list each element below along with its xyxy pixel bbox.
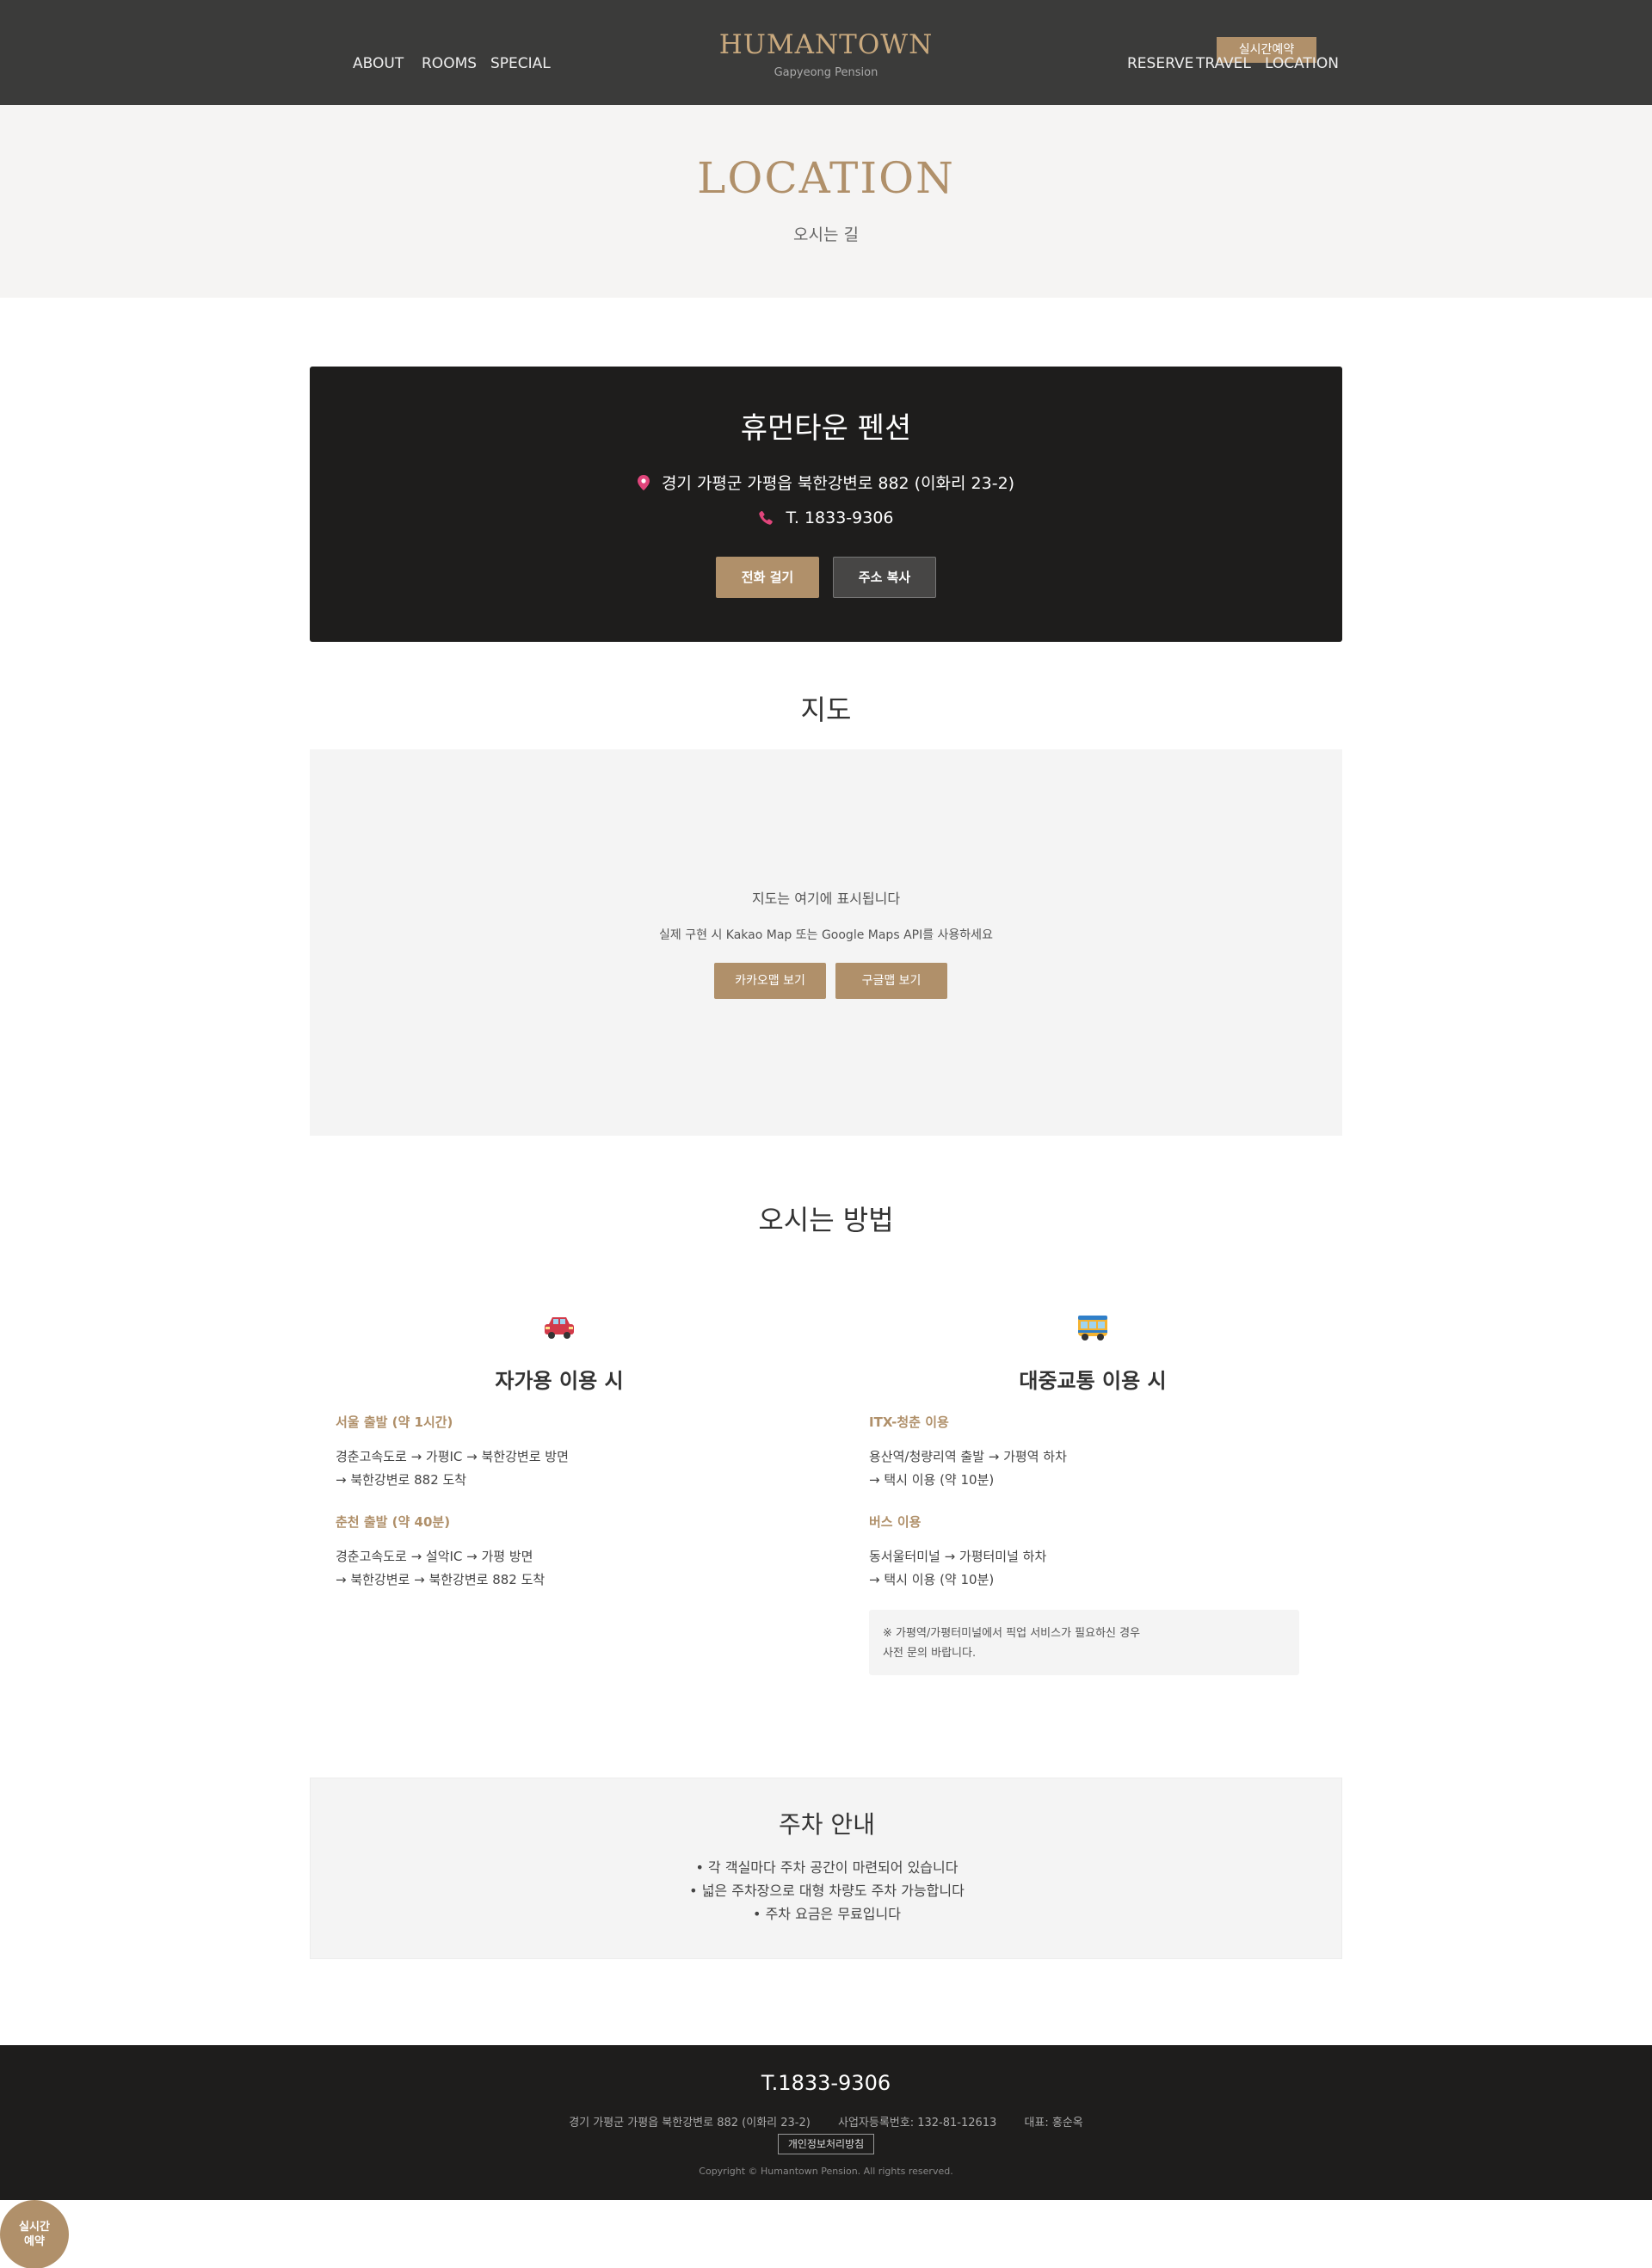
privacy-policy-link[interactable]: 개인정보처리방침 bbox=[778, 2134, 874, 2154]
route-line: → 북한강변로 882 도착 bbox=[336, 1472, 467, 1488]
address-text: 경기 가평군 가평읍 북한강변로 882 (이화리 23-2) bbox=[661, 474, 1015, 493]
footer-business-info: 경기 가평군 가평읍 북한강변로 882 (이화리 23-2) 사업자등록번호:… bbox=[0, 2113, 1652, 2129]
list-item: • 주차 요금은 무료입니다 bbox=[753, 1906, 901, 1922]
phone-line: T. 1833-9306 bbox=[310, 508, 1342, 527]
route-line: 용산역/청량리역 출발 → 가평역 하차 bbox=[869, 1449, 1067, 1464]
phone-icon bbox=[758, 508, 779, 527]
map-section-title: 지도 bbox=[800, 693, 852, 726]
notice-line: ※ 가평역/가평터미널에서 픽업 서비스가 필요하신 경우 bbox=[883, 1627, 1141, 1640]
map-pin-icon bbox=[637, 474, 655, 493]
car-directions-title: 자가용 이용 시 bbox=[495, 1369, 624, 1393]
route-line: → 택시 이용 (약 10분) bbox=[869, 1572, 995, 1587]
footer-phone: T.1833-9306 bbox=[761, 2071, 891, 2095]
floating-reserve-label: 예약 bbox=[24, 2235, 45, 2248]
site-logo-subtitle: Gapyeong Pension bbox=[774, 66, 878, 79]
site-header: ABOUT ROOMS SPECIAL HUMANTOWN Gapyeong P… bbox=[0, 0, 1652, 105]
copy-address-button[interactable]: 주소 복사 bbox=[833, 557, 936, 598]
nav-item-location[interactable]: LOCATION bbox=[1265, 55, 1339, 72]
list-item: • 각 객실마다 주차 공간이 마련되어 있습니다 bbox=[695, 1859, 959, 1876]
site-logo[interactable]: HUMANTOWN bbox=[0, 29, 1652, 60]
address-line: 경기 가평군 가평읍 북한강변로 882 (이화리 23-2) bbox=[310, 471, 1342, 494]
transit-directions-title: 대중교통 이용 시 bbox=[1019, 1369, 1167, 1393]
footer-ceo: 대표: 홍순옥 bbox=[1024, 2117, 1083, 2129]
nav-item-reserve[interactable]: RESERVE bbox=[1127, 55, 1193, 72]
route-line: 경춘고속도로 → 가평IC → 북한강변로 방면 bbox=[336, 1449, 569, 1464]
footer-address: 경기 가평군 가평읍 북한강변로 882 (이화리 23-2) bbox=[569, 2117, 811, 2129]
route-line: → 택시 이용 (약 10분) bbox=[869, 1472, 995, 1488]
pickup-notice: ※ 가평역/가평터미널에서 픽업 서비스가 필요하신 경우 사전 문의 바랍니다… bbox=[869, 1610, 1299, 1675]
route-heading: ITX-청춘 이용 bbox=[869, 1414, 949, 1430]
kakao-map-button[interactable]: 카카오맵 보기 bbox=[714, 963, 826, 999]
map-placeholder-text: 지도는 여기에 표시됩니다 bbox=[751, 891, 901, 907]
car-icon bbox=[542, 1312, 576, 1343]
map-note-text: 실제 구현 시 Kakao Map 또는 Google Maps API를 사용… bbox=[659, 928, 993, 942]
pension-name: 휴먼타운 펜션 bbox=[740, 411, 912, 446]
pension-info-card: 휴먼타운 펜션 경기 가평군 가평읍 북한강변로 882 (이화리 23-2) … bbox=[310, 367, 1342, 642]
page-subtitle: 오시는 길 bbox=[793, 225, 859, 244]
route-line: 경춘고속도로 → 설악IC → 가평 방면 bbox=[336, 1549, 533, 1564]
parking-title: 주차 안내 bbox=[779, 1810, 875, 1839]
page-hero: LOCATION 오시는 길 bbox=[0, 105, 1652, 298]
directions-section-title: 오시는 방법 bbox=[758, 1204, 894, 1236]
bus-icon bbox=[1076, 1312, 1110, 1343]
nav-item-travel[interactable]: TRAVEL bbox=[1196, 55, 1251, 72]
floating-reserve-label: 실시간 bbox=[19, 2221, 50, 2234]
parking-list: • 각 객실마다 주차 공간이 마련되어 있습니다 • 넓은 주차장으로 대형 … bbox=[311, 1856, 1343, 1926]
copyright-text: Copyright © Humantown Pension. All right… bbox=[699, 2166, 953, 2177]
site-footer: T.1833-9306 경기 가평군 가평읍 북한강변로 882 (이화리 23… bbox=[0, 2045, 1652, 2200]
google-map-button[interactable]: 구글맵 보기 bbox=[835, 963, 947, 999]
footer-business-number: 사업자등록번호: 132-81-12613 bbox=[837, 2117, 997, 2129]
route-heading: 서울 출발 (약 1시간) bbox=[336, 1414, 453, 1430]
route-line: → 북한강변로 → 북한강변로 882 도착 bbox=[336, 1572, 546, 1587]
list-item: • 넓은 주차장으로 대형 차량도 주차 가능합니다 bbox=[689, 1883, 965, 1899]
floating-reserve-button[interactable]: 실시간 예약 bbox=[0, 2200, 69, 2268]
call-button[interactable]: 전화 걸기 bbox=[716, 557, 819, 598]
route-heading: 버스 이용 bbox=[869, 1514, 922, 1530]
map-area[interactable]: 지도는 여기에 표시됩니다 실제 구현 시 Kakao Map 또는 Googl… bbox=[310, 749, 1342, 1136]
page-title: LOCATION bbox=[697, 153, 955, 203]
route-heading: 춘천 출발 (약 40분) bbox=[336, 1514, 451, 1530]
phone-text: T. 1833-9306 bbox=[786, 508, 894, 527]
notice-line: 사전 문의 바랍니다. bbox=[883, 1647, 977, 1660]
route-line: 동서울터미널 → 가평터미널 하차 bbox=[869, 1549, 1047, 1564]
parking-info: 주차 안내 • 각 객실마다 주차 공간이 마련되어 있습니다 • 넓은 주차장… bbox=[310, 1778, 1342, 1959]
